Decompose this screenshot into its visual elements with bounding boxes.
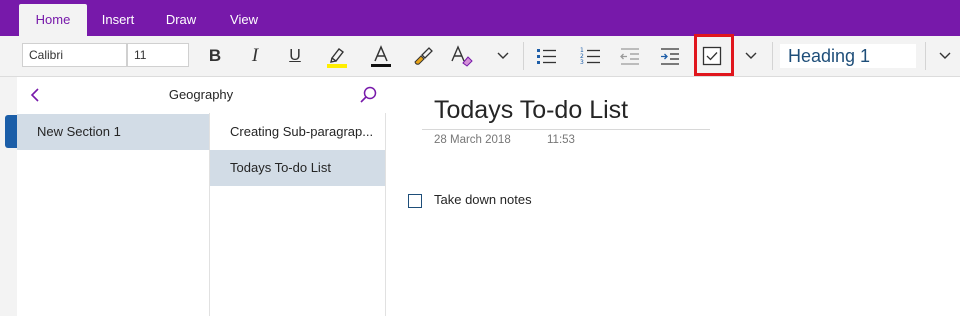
todo-item-text[interactable]: Take down notes — [434, 192, 532, 207]
clear-formatting-button[interactable] — [446, 42, 476, 70]
clear-formatting-icon — [451, 45, 473, 67]
font-options-chevron[interactable] — [488, 42, 518, 70]
tab-insert[interactable]: Insert — [90, 4, 146, 36]
font-color-icon — [371, 45, 391, 67]
increase-indent-icon — [661, 48, 679, 65]
font-name-field[interactable]: Calibri — [22, 43, 127, 67]
bulleted-list-icon — [537, 49, 556, 64]
highlight-button[interactable] — [322, 42, 352, 70]
page-time: 11:53 — [547, 134, 575, 146]
section-list: New Section 1 — [17, 113, 210, 316]
highlight-icon — [327, 48, 347, 68]
todo-button-callout — [694, 34, 734, 76]
underline-button[interactable]: U — [280, 42, 310, 70]
bold-button[interactable]: B — [200, 42, 230, 70]
tags-chevron[interactable] — [736, 42, 766, 70]
bullets-button[interactable] — [531, 42, 561, 70]
ribbon-divider — [925, 42, 926, 70]
bold-icon: B — [208, 46, 222, 65]
style-selector[interactable]: Heading 1 — [780, 44, 916, 68]
font-color-button[interactable] — [366, 42, 396, 70]
decrease-indent-button[interactable] — [615, 42, 645, 70]
numbering-button[interactable]: 123 — [575, 42, 605, 70]
tab-view[interactable]: View — [216, 4, 272, 36]
title-underline — [422, 129, 710, 130]
italic-icon: I — [251, 45, 259, 66]
navigation-header: Geography — [17, 77, 385, 114]
todo-checkbox[interactable] — [408, 194, 422, 208]
font-size-field[interactable]: 11 — [127, 43, 189, 67]
chevron-down-icon — [497, 52, 509, 59]
chevron-down-icon — [745, 52, 757, 59]
format-painter-icon — [414, 47, 433, 65]
search-icon — [360, 86, 377, 103]
numbered-list-icon: 123 — [580, 47, 600, 66]
notebook-rail — [0, 77, 18, 316]
page-item[interactable]: Creating Sub-paragrap... — [210, 114, 385, 150]
svg-text:3: 3 — [580, 59, 584, 66]
styles-chevron[interactable] — [930, 42, 960, 70]
section-item[interactable]: New Section 1 — [17, 114, 209, 150]
tab-draw[interactable]: Draw — [152, 4, 210, 36]
ribbon-divider — [523, 42, 524, 70]
search-button[interactable] — [358, 85, 378, 105]
tab-home[interactable]: Home — [19, 4, 87, 36]
page-date: 28 March 2018 — [434, 134, 511, 146]
page-title[interactable]: Todays To-do List — [434, 96, 628, 125]
ribbon-tab-bar: Home Insert Draw View — [0, 0, 960, 36]
format-painter-button[interactable] — [408, 42, 438, 70]
italic-button[interactable]: I — [240, 42, 270, 70]
decrease-indent-icon — [620, 48, 639, 65]
ribbon-divider — [772, 42, 773, 70]
page-item[interactable]: Todays To-do List — [210, 150, 385, 186]
notebook-title: Geography — [168, 87, 234, 102]
page-list: Creating Sub-paragrap... Todays To-do Li… — [210, 113, 386, 316]
underline-icon: U — [289, 47, 301, 64]
chevron-down-icon — [939, 52, 951, 59]
increase-indent-button[interactable] — [655, 42, 685, 70]
